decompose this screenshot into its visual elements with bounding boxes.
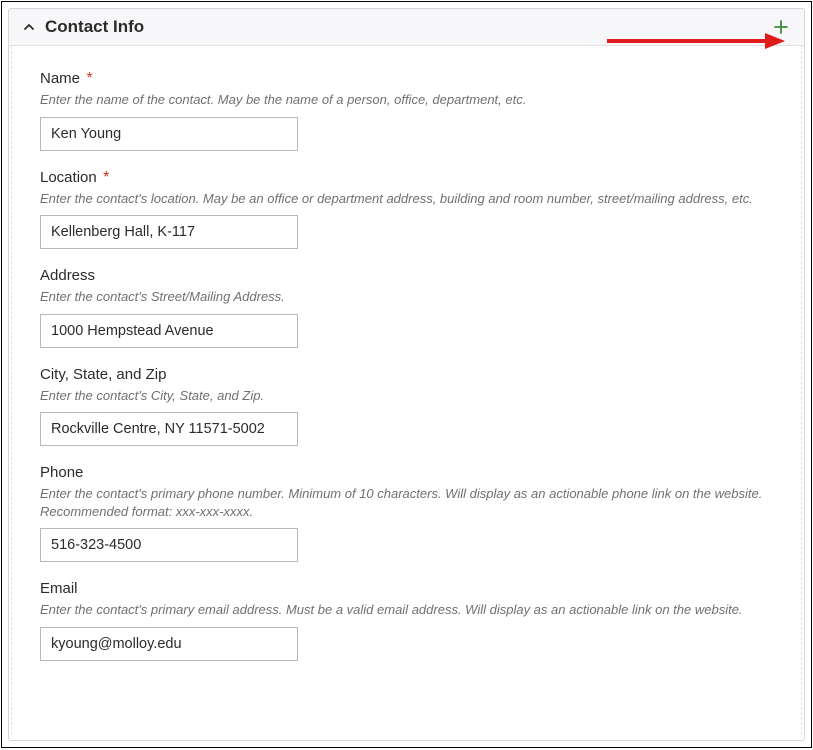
location-input[interactable] <box>40 215 298 249</box>
add-button[interactable] <box>772 18 790 36</box>
contact-info-panel: Contact Info Name * Enter the name of th… <box>8 8 805 741</box>
location-label: Location <box>40 169 97 186</box>
field-group-name: Name * Enter the name of the contact. Ma… <box>40 70 773 151</box>
field-group-location: Location * Enter the contact's location.… <box>40 169 773 250</box>
name-label: Name <box>40 70 80 87</box>
field-group-address: Address Enter the contact's Street/Maili… <box>40 267 773 348</box>
name-hint: Enter the name of the contact. May be th… <box>40 91 773 109</box>
email-label: Email <box>40 580 78 597</box>
field-group-city-state-zip: City, State, and Zip Enter the contact's… <box>40 366 773 447</box>
field-group-email: Email Enter the contact's primary email … <box>40 580 773 661</box>
panel-header[interactable]: Contact Info <box>9 9 804 46</box>
city-state-zip-input[interactable] <box>40 412 298 446</box>
required-marker: * <box>103 169 109 186</box>
city-state-zip-label: City, State, and Zip <box>40 366 166 383</box>
chevron-up-icon <box>23 21 35 33</box>
phone-hint: Enter the contact's primary phone number… <box>40 485 773 520</box>
field-group-phone: Phone Enter the contact's primary phone … <box>40 464 773 562</box>
address-input[interactable] <box>40 314 298 348</box>
required-marker: * <box>86 70 92 87</box>
address-label: Address <box>40 267 95 284</box>
phone-label: Phone <box>40 464 83 481</box>
phone-input[interactable] <box>40 528 298 562</box>
name-input[interactable] <box>40 117 298 151</box>
form-body: Name * Enter the name of the contact. Ma… <box>11 46 802 735</box>
location-hint: Enter the contact's location. May be an … <box>40 190 773 208</box>
email-hint: Enter the contact's primary email addres… <box>40 601 773 619</box>
city-state-zip-hint: Enter the contact's City, State, and Zip… <box>40 387 773 405</box>
email-input[interactable] <box>40 627 298 661</box>
panel-title: Contact Info <box>45 17 144 37</box>
address-hint: Enter the contact's Street/Mailing Addre… <box>40 288 773 306</box>
